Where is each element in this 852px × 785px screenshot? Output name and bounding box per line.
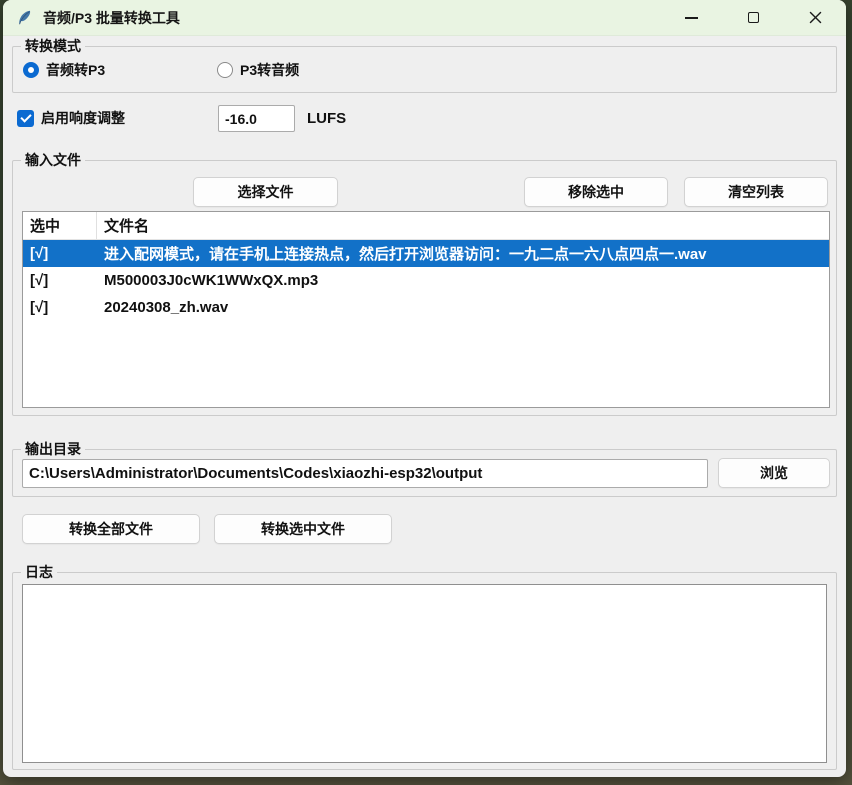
- remove-selected-button[interactable]: 移除选中: [524, 177, 668, 207]
- log-group-label: 日志: [21, 563, 57, 581]
- close-icon: [809, 11, 822, 24]
- convert-all-button[interactable]: 转换全部文件: [22, 514, 200, 544]
- convert-selected-button[interactable]: 转换选中文件: [214, 514, 392, 544]
- window-title: 音频/P3 批量转换工具: [43, 8, 180, 28]
- minimize-icon: [685, 17, 698, 19]
- select-files-button[interactable]: 选择文件: [193, 177, 338, 207]
- window-controls: [666, 0, 840, 36]
- row-check-cell: [√]: [23, 299, 97, 316]
- mode-group: 转换模式 音频转P3 P3转音频: [12, 46, 837, 93]
- loudness-checkbox-row[interactable]: 启用响度调整: [17, 105, 125, 131]
- radio-p3-to-audio-label: P3转音频: [240, 60, 299, 80]
- close-button[interactable]: [790, 0, 840, 36]
- title-bar: 音频/P3 批量转换工具: [3, 0, 846, 36]
- row-filename-cell: M500003J0cWK1WWxQX.mp3: [97, 272, 829, 289]
- table-row[interactable]: [√] 20240308_zh.wav: [23, 294, 829, 321]
- output-path-input[interactable]: [22, 459, 708, 488]
- table-row[interactable]: [√] M500003J0cWK1WWxQX.mp3: [23, 267, 829, 294]
- loudness-checkbox-label: 启用响度调整: [41, 108, 125, 128]
- output-dir-group-label: 输出目录: [21, 440, 85, 458]
- checkbox-checked-icon: [17, 110, 34, 127]
- maximize-icon: [748, 12, 759, 23]
- column-header-filename[interactable]: 文件名: [97, 212, 829, 239]
- browse-button[interactable]: 浏览: [718, 458, 830, 488]
- app-window: 音频/P3 批量转换工具 转换模式 音频转P3 P3转音频: [3, 0, 846, 777]
- file-table: 选中 文件名 [√] 进入配网模式，请在手机上连接热点，然后打开浏览器访问：一九…: [22, 211, 830, 408]
- table-row[interactable]: [√] 进入配网模式，请在手机上连接热点，然后打开浏览器访问：一九二点一六八点四…: [23, 240, 829, 267]
- maximize-button[interactable]: [728, 0, 778, 36]
- input-files-group-label: 输入文件: [21, 151, 85, 169]
- row-filename-cell: 进入配网模式，请在手机上连接热点，然后打开浏览器访问：一九二点一六八点四点一.w…: [97, 243, 829, 264]
- minimize-button[interactable]: [666, 0, 716, 36]
- row-filename-cell: 20240308_zh.wav: [97, 299, 829, 316]
- column-header-checked[interactable]: 选中: [23, 212, 97, 239]
- mode-group-label: 转换模式: [21, 37, 85, 55]
- controls-gap-1: [716, 0, 728, 36]
- file-table-header: 选中 文件名: [23, 212, 829, 240]
- lufs-value-input[interactable]: [218, 105, 295, 132]
- row-check-cell: [√]: [23, 245, 97, 262]
- radio-selected-icon: [23, 62, 39, 78]
- lufs-unit-label: LUFS: [307, 110, 346, 127]
- clear-list-button[interactable]: 清空列表: [684, 177, 828, 207]
- radio-audio-to-p3-label: 音频转P3: [46, 60, 105, 80]
- python-feather-icon: [16, 9, 33, 26]
- radio-unselected-icon: [217, 62, 233, 78]
- controls-gap-2: [778, 0, 790, 36]
- log-textarea[interactable]: [22, 584, 827, 763]
- row-check-cell: [√]: [23, 272, 97, 289]
- radio-audio-to-p3[interactable]: 音频转P3: [23, 60, 217, 80]
- mode-options-row: 音频转P3 P3转音频: [23, 60, 299, 80]
- radio-p3-to-audio[interactable]: P3转音频: [217, 60, 299, 80]
